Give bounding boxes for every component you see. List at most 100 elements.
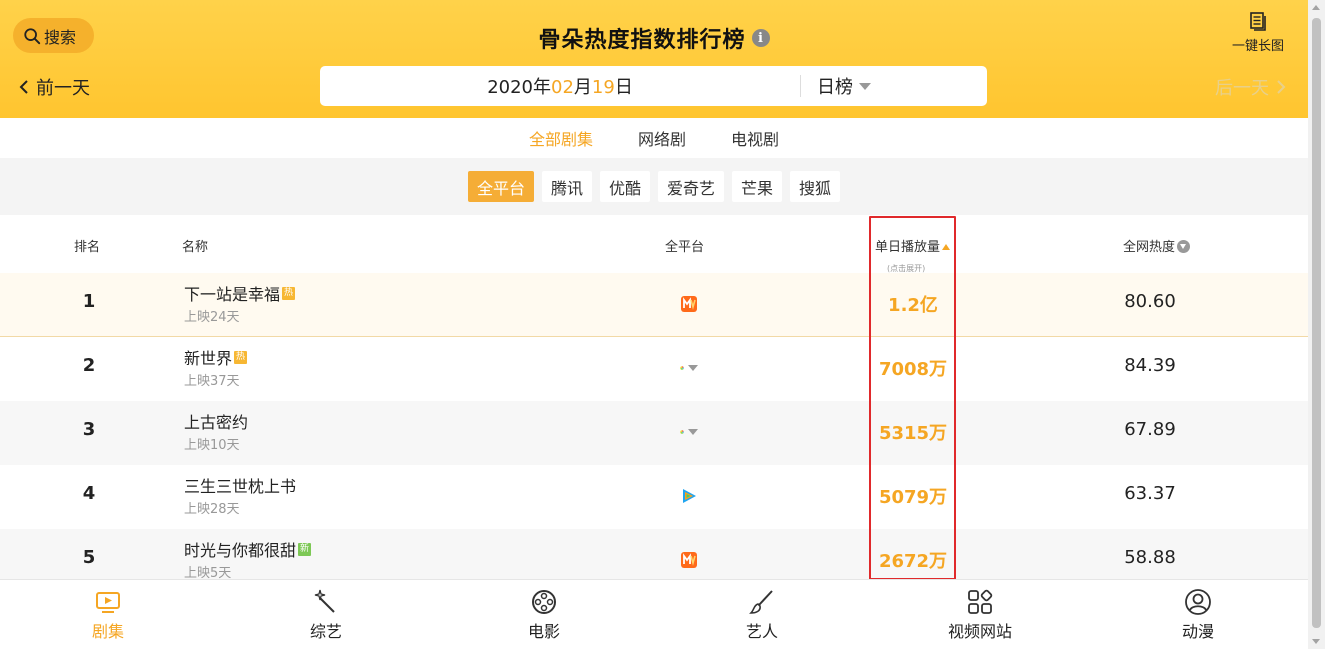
plays-cell: 5079万 [878,487,948,508]
title-cell[interactable]: 时光与你都很甜新 [184,537,312,561]
period-label: 日榜 [817,77,853,98]
title-text: 三生三世枕上书 [184,477,297,496]
days-cell: 上映24天 [184,310,240,325]
col-plays-label: 单日播放量 [875,240,941,255]
magic-wand-icon [314,589,335,613]
col-platform[interactable]: 全平台 [665,236,704,255]
next-day-button[interactable]: 后一天 [1215,74,1287,100]
platform-youku[interactable]: 优酷 [599,171,650,202]
new-badge: 新 [298,542,312,556]
title-cell[interactable]: 下一站是幸福热 [184,281,296,305]
title-wrap: 骨朵热度指数排行榜 i [0,22,1308,54]
plays-cell: 7008万 [878,359,948,380]
table-header: 排名 名称 全平台 单日播放量 (点击展开) 全网热度 [0,215,1308,273]
period-dropdown[interactable]: 日榜 [801,73,871,99]
col-rank: 排名 [74,240,101,255]
platform-mango[interactable]: 芒果 [732,171,783,202]
nav-series-label: 剧集 [91,622,124,641]
plays-cell: 5315万 [878,423,948,444]
date-selector[interactable]: 2020年02月19日 日榜 [320,66,987,106]
tab-web-series[interactable]: 网络剧 [638,126,686,150]
mango-tv-icon [680,295,698,313]
heat-cell: 80.60 [1124,291,1176,312]
hot-badge: 热 [234,350,248,364]
table-row[interactable]: 2 新世界热 上映37天 7008万 84.39 [0,337,1308,401]
next-day-label: 后一天 [1215,78,1269,99]
nav-variety-label: 综艺 [309,622,342,641]
date-display[interactable]: 2020年02月19日 [320,73,800,99]
table-row[interactable]: 4 三生三世枕上书 上映28天 5079万 63.37 [0,465,1308,529]
heat-cell: 67.89 [1124,419,1176,440]
bottom-nav: 剧集 综艺 电影 艺人 视频网站 动漫 [0,579,1308,649]
film-reel-icon [532,590,556,614]
document-icon [1250,12,1266,31]
platform-filter: 全平台 腾讯 优酷 爱奇艺 芒果 搜狐 [0,158,1308,215]
col-heat[interactable]: 全网热度 [1123,236,1191,255]
platform-tencent[interactable]: 腾讯 [541,171,592,202]
info-icon[interactable]: i [751,29,770,47]
hot-badge: 热 [282,286,296,300]
long-image-button[interactable]: 一键长图 [1226,12,1290,54]
date-month: 02 [551,77,574,98]
title-text: 下一站是幸福 [184,285,281,304]
plays-cell: 1.2亿 [888,295,938,316]
sort-up-icon [942,244,951,250]
multi-platform-icon[interactable] [680,359,698,377]
tab-all-series[interactable]: 全部剧集 [529,126,593,150]
nav-anime-label: 动漫 [1181,622,1214,641]
heat-cell: 63.37 [1124,483,1176,504]
title-cell[interactable]: 新世界热 [184,345,248,369]
title-text: 新世界 [184,349,233,368]
scroll-thumb[interactable] [1312,18,1321,628]
platform-sohu[interactable]: 搜狐 [790,171,841,202]
rank-cell: 1 [82,291,96,312]
ranking-table: 1 下一站是幸福热 上映24天 1.2亿 80.60 2 新世界热 上映37天 … [0,273,1308,593]
col-name: 名称 [182,240,209,255]
date-year-suffix: 年 [533,77,551,98]
multi-platform-icon[interactable] [680,423,698,441]
scrollbar[interactable] [1308,0,1325,649]
platform-iqiyi[interactable]: 爱奇艺 [658,171,725,202]
table-row[interactable]: 1 下一站是幸福热 上映24天 1.2亿 80.60 [0,273,1308,337]
date-year: 2020 [487,77,533,98]
col-plays[interactable]: 单日播放量 [875,236,951,255]
date-day-suffix: 日 [614,77,633,98]
nav-video-sites-label: 视频网站 [947,622,1012,641]
nav-series[interactable]: 剧集 [68,588,148,642]
chevron-right-icon [1277,80,1286,94]
date-month-suffix: 月 [573,77,592,98]
nav-variety[interactable]: 综艺 [286,588,366,642]
rank-cell: 3 [82,419,96,440]
prev-day-button[interactable]: 前一天 [18,74,90,100]
tencent-video-icon [680,487,698,505]
platform-all[interactable]: 全平台 [467,171,534,202]
tab-tv-series[interactable]: 电视剧 [731,126,779,150]
heat-cell: 58.88 [1124,547,1176,568]
title-cell[interactable]: 三生三世枕上书 [184,473,296,497]
long-image-label: 一键长图 [1231,39,1284,54]
table-row[interactable]: 3 上古密约 上映10天 5315万 67.89 [0,401,1308,465]
chevron-left-icon [19,80,28,94]
nav-movie-label: 电影 [527,622,560,641]
days-cell: 上映10天 [184,438,240,453]
caret-down-icon [859,82,871,90]
nav-video-sites[interactable]: 视频网站 [940,588,1020,642]
heat-cell: 84.39 [1124,355,1176,376]
col-heat-label: 全网热度 [1123,240,1176,255]
grid-icon [968,589,993,614]
page-title: 骨朵热度指数排行榜 [538,28,746,53]
title-text: 上古密约 [184,413,249,432]
user-icon [1185,589,1211,615]
nav-artist[interactable]: 艺人 [722,588,802,642]
title-cell[interactable]: 上古密约 [184,409,248,433]
nav-anime[interactable]: 动漫 [1158,588,1238,642]
sort-down-icon [1177,240,1191,253]
title-text: 时光与你都很甜 [184,541,297,560]
tv-icon [96,592,120,613]
scroll-up-icon[interactable] [1312,5,1320,10]
scroll-down-icon[interactable] [1312,639,1320,644]
nav-movie[interactable]: 电影 [504,588,584,642]
header-bar: 搜索 骨朵热度指数排行榜 i 一键长图 前一天 2020年02月19日 日榜 后… [0,0,1308,118]
category-tabs: 全部剧集 网络剧 电视剧 [0,118,1308,158]
brush-icon [749,590,773,614]
